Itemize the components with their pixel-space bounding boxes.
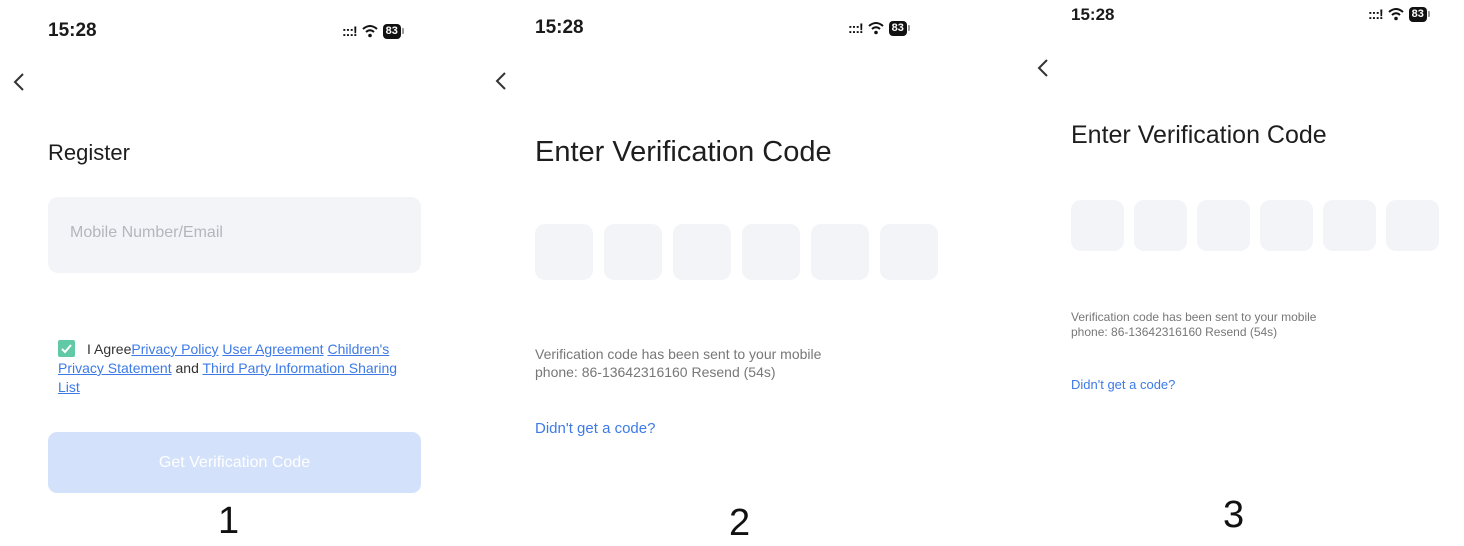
code-digit-box[interactable] (673, 224, 731, 280)
code-digit-box[interactable] (1134, 200, 1187, 251)
account-input-field[interactable] (48, 197, 421, 273)
back-chevron-icon[interactable] (1036, 58, 1050, 78)
wifi-icon (868, 22, 884, 35)
signal-icon: :::! (342, 23, 358, 39)
didnt-get-code-link[interactable]: Didn't get a code? (535, 420, 655, 437)
verification-hint: Verification code has been sent to your … (1071, 310, 1316, 340)
agree-prefix: I Agree (87, 341, 132, 357)
battery-icon: 83 (1408, 6, 1430, 22)
verification-screen-small: 15:28 :::! 83 Enter Verification Code Ve… (1020, 0, 1464, 546)
status-icons: :::! 83 (1368, 6, 1430, 22)
verification-hint: Verification code has been sent to your … (535, 345, 821, 381)
page-title: Register (48, 140, 130, 165)
page-title: Enter Verification Code (1071, 121, 1327, 149)
code-digit-box[interactable] (1323, 200, 1376, 251)
code-digit-box[interactable] (880, 224, 938, 280)
hint-line-1: Verification code has been sent to your … (1071, 310, 1317, 324)
code-digit-box[interactable] (1071, 200, 1124, 251)
wifi-icon (362, 25, 378, 38)
and-text: and (171, 360, 203, 376)
code-digit-box[interactable] (1260, 200, 1313, 251)
code-input-row (535, 224, 938, 280)
step-number: 1 (218, 500, 240, 542)
hint-line-2: phone: 86-13642316160 Resend (54s) (1071, 325, 1278, 339)
code-input-row (1071, 200, 1439, 251)
code-digit-box[interactable] (1386, 200, 1439, 251)
status-icons: :::! 83 (342, 23, 404, 39)
status-time: 15:28 (1071, 5, 1115, 24)
signal-icon: :::! (1368, 6, 1384, 22)
status-time: 15:28 (535, 17, 584, 38)
code-digit-box[interactable] (811, 224, 869, 280)
wifi-icon (1388, 8, 1404, 21)
step-number: 2 (729, 502, 751, 544)
status-icons: :::! 83 (848, 20, 910, 36)
battery-icon: 83 (382, 23, 404, 39)
code-digit-box[interactable] (604, 224, 662, 280)
back-chevron-icon[interactable] (494, 71, 508, 91)
battery-level: 83 (888, 20, 907, 36)
battery-level: 83 (1408, 6, 1427, 22)
user-agreement-link[interactable]: User Agreement (222, 341, 323, 357)
agree-checkbox[interactable] (58, 340, 75, 357)
code-digit-box[interactable] (1197, 200, 1250, 251)
code-digit-box[interactable] (742, 224, 800, 280)
hint-line-2: phone: 86-13642316160 Resend (54s) (535, 364, 776, 380)
battery-icon: 83 (888, 20, 910, 36)
battery-level: 83 (382, 23, 401, 39)
status-time: 15:28 (48, 20, 97, 41)
privacy-policy-link[interactable]: Privacy Policy (131, 341, 218, 357)
hint-line-1: Verification code has been sent to your … (535, 346, 822, 362)
step-number: 3 (1223, 494, 1245, 536)
register-screen: 15:28 :::! 83 Register I AgreePrivacy Po… (0, 0, 470, 546)
check-icon (61, 344, 72, 354)
signal-icon: :::! (848, 20, 864, 36)
didnt-get-code-link[interactable]: Didn't get a code? (1071, 377, 1175, 392)
page-title: Enter Verification Code (535, 136, 832, 168)
get-verification-code-button[interactable]: Get Verification Code (48, 432, 421, 493)
agreement-text: I AgreePrivacy Policy User Agreement Chi… (58, 340, 418, 397)
back-chevron-icon[interactable] (12, 72, 26, 92)
mobile-email-input[interactable] (68, 223, 402, 243)
code-digit-box[interactable] (535, 224, 593, 280)
verification-screen-large: 15:28 :::! 83 Enter Verification Code Ve… (485, 0, 965, 546)
